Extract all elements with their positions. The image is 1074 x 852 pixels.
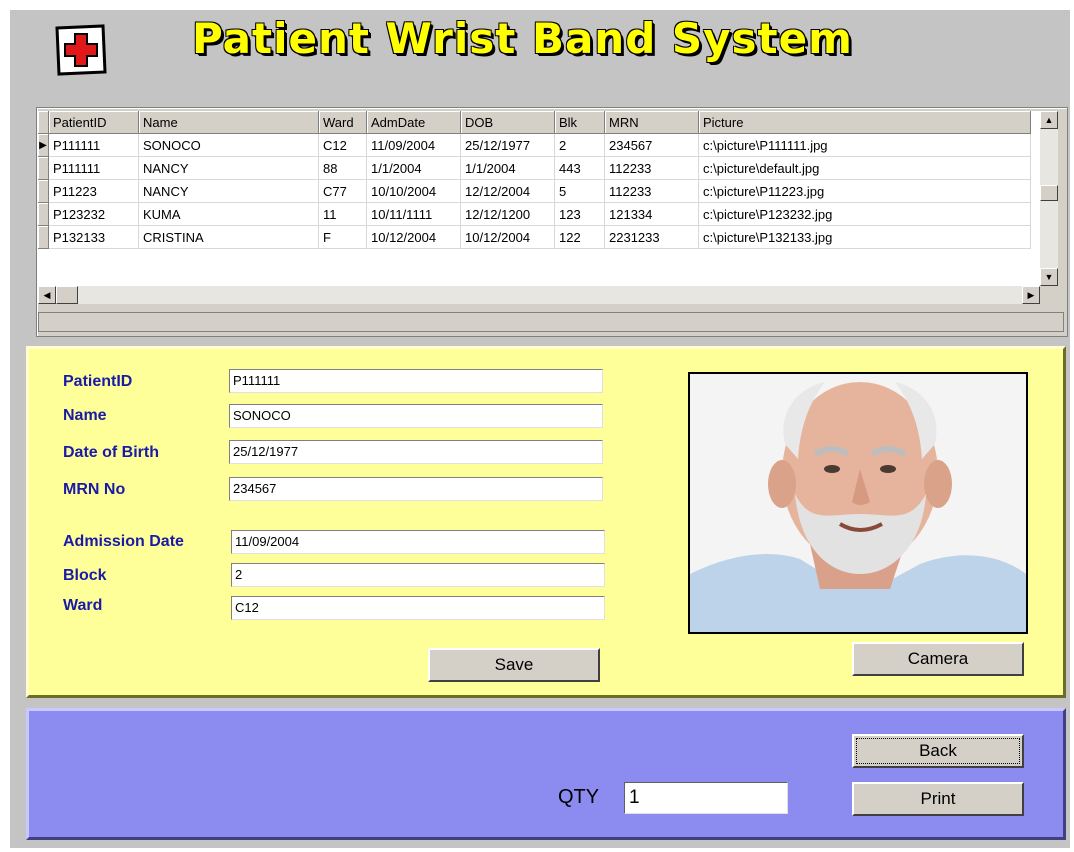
table-cell[interactable]: 112233 xyxy=(604,179,699,203)
table-cell[interactable]: C77 xyxy=(318,179,367,203)
hscroll-thumb[interactable] xyxy=(56,286,78,304)
scroll-right-icon[interactable]: ▶ xyxy=(1022,286,1040,304)
save-button[interactable]: Save xyxy=(428,648,600,682)
table-cell[interactable]: P11223 xyxy=(48,179,139,203)
table-cell[interactable]: 123 xyxy=(554,202,605,226)
patientid-field[interactable]: P111111 xyxy=(229,369,603,393)
scroll-up-icon[interactable]: ▲ xyxy=(1040,111,1058,129)
medical-cross-logo xyxy=(55,24,107,76)
table-row[interactable]: P132133 CRISTINA F 10/12/2004 10/12/2004 122 2… xyxy=(38,225,1031,249)
table-cell[interactable]: P111111 xyxy=(48,156,139,180)
print-button[interactable]: Print xyxy=(852,782,1024,816)
table-cell[interactable]: 10/12/2004 xyxy=(460,225,555,249)
table-cell[interactable]: c:\picture\P132133.jpg xyxy=(698,225,1031,249)
table-cell[interactable]: 122 xyxy=(554,225,605,249)
table-row[interactable]: P123232 KUMA 11 10/11/1111 12/12/1200 123 1213… xyxy=(38,202,1031,226)
table-cell[interactable]: 25/12/1977 xyxy=(460,133,555,157)
table-cell[interactable]: CRISTINA xyxy=(138,225,319,249)
table-row[interactable]: P11223 NANCY C77 10/10/2004 12/12/2004 5 11223… xyxy=(38,179,1031,203)
qty-input[interactable]: 1 xyxy=(624,782,788,814)
name-field[interactable]: SONOCO xyxy=(229,404,603,428)
back-button[interactable]: Back xyxy=(852,734,1024,768)
table-cell[interactable]: c:\picture\P123232.jpg xyxy=(698,202,1031,226)
table-cell[interactable]: c:\picture\P11223.jpg xyxy=(698,179,1031,203)
vertical-scrollbar[interactable]: ▲ ▼ xyxy=(1040,111,1058,286)
mrn-label: MRN No xyxy=(63,481,126,498)
row-selector[interactable] xyxy=(38,225,49,249)
horizontal-scrollbar[interactable]: ◀ ▶ xyxy=(38,286,1040,304)
table-cell[interactable]: 121334 xyxy=(604,202,699,226)
table-row[interactable]: ▶ P111111 SONOCO C12 11/09/2004 25/12/1977 2 23… xyxy=(38,133,1031,157)
table-cell[interactable]: P132133 xyxy=(48,225,139,249)
table-cell[interactable]: 112233 xyxy=(604,156,699,180)
table-cell[interactable]: 1/1/2004 xyxy=(460,156,555,180)
column-header-ward[interactable]: Ward xyxy=(318,111,367,134)
row-selector[interactable] xyxy=(38,179,49,203)
patient-photo xyxy=(688,372,1028,634)
grid-corner xyxy=(38,111,49,134)
ward-field[interactable]: C12 xyxy=(231,596,605,620)
action-panel xyxy=(26,708,1066,840)
table-cell[interactable]: 2 xyxy=(554,133,605,157)
table-cell[interactable]: P111111 xyxy=(48,133,139,157)
patient-grid[interactable]: PatientID Name Ward AdmDate DOB Blk MRN Picture… xyxy=(38,111,1040,286)
dob-label: Date of Birth xyxy=(63,444,159,461)
table-cell[interactable]: F xyxy=(318,225,367,249)
table-cell[interactable]: 2231233 xyxy=(604,225,699,249)
table-cell[interactable]: P123232 xyxy=(48,202,139,226)
row-selector[interactable] xyxy=(38,156,49,180)
column-header-patientid[interactable]: PatientID xyxy=(48,111,139,134)
mrn-field[interactable]: 234567 xyxy=(229,477,603,501)
table-cell[interactable]: 443 xyxy=(554,156,605,180)
camera-button[interactable]: Camera xyxy=(852,642,1024,676)
grid-status-bar xyxy=(38,312,1064,332)
ward-label: Ward xyxy=(63,597,103,614)
table-cell[interactable]: 234567 xyxy=(604,133,699,157)
table-cell[interactable]: NANCY xyxy=(138,179,319,203)
admission-date-label: Admission Date xyxy=(63,533,184,550)
table-row[interactable]: P111111 NANCY 88 1/1/2004 1/1/2004 443 112233 c… xyxy=(38,156,1031,180)
table-cell[interactable]: 11/09/2004 xyxy=(366,133,461,157)
table-cell[interactable]: 1/1/2004 xyxy=(366,156,461,180)
table-cell[interactable]: 88 xyxy=(318,156,367,180)
column-header-admdate[interactable]: AdmDate xyxy=(366,111,461,134)
table-cell[interactable]: 10/10/2004 xyxy=(366,179,461,203)
current-row-indicator-icon[interactable]: ▶ xyxy=(38,133,49,157)
column-header-name[interactable]: Name xyxy=(138,111,319,134)
table-cell[interactable]: 10/11/1111 xyxy=(366,202,461,226)
table-cell[interactable]: c:\picture\default.jpg xyxy=(698,156,1031,180)
block-field[interactable]: 2 xyxy=(231,563,605,587)
table-cell[interactable]: 12/12/2004 xyxy=(460,179,555,203)
table-cell[interactable]: 10/12/2004 xyxy=(366,225,461,249)
table-cell[interactable]: 12/12/1200 xyxy=(460,202,555,226)
qty-label: QTY xyxy=(558,786,600,808)
patientid-label: PatientID xyxy=(63,373,133,390)
scroll-down-icon[interactable]: ▼ xyxy=(1040,268,1058,286)
table-cell[interactable]: NANCY xyxy=(138,156,319,180)
table-cell[interactable]: KUMA xyxy=(138,202,319,226)
admission-date-field[interactable]: 11/09/2004 xyxy=(231,530,605,554)
dob-field[interactable]: 25/12/1977 xyxy=(229,440,603,464)
block-label: Block xyxy=(63,567,107,584)
table-cell[interactable]: SONOCO xyxy=(138,133,319,157)
column-header-dob[interactable]: DOB xyxy=(460,111,555,134)
table-cell[interactable]: c:\picture\P111111.jpg xyxy=(698,133,1031,157)
name-label: Name xyxy=(63,407,107,424)
table-cell[interactable]: 11 xyxy=(318,202,367,226)
table-cell[interactable]: C12 xyxy=(318,133,367,157)
page-title: Patient Wrist Band System xyxy=(192,14,853,63)
table-cell[interactable]: 5 xyxy=(554,179,605,203)
column-header-mrn[interactable]: MRN xyxy=(604,111,699,134)
column-header-blk[interactable]: Blk xyxy=(554,111,605,134)
scroll-left-icon[interactable]: ◀ xyxy=(38,286,56,304)
scroll-thumb[interactable] xyxy=(1040,185,1058,201)
column-header-picture[interactable]: Picture xyxy=(698,111,1031,134)
row-selector[interactable] xyxy=(38,202,49,226)
